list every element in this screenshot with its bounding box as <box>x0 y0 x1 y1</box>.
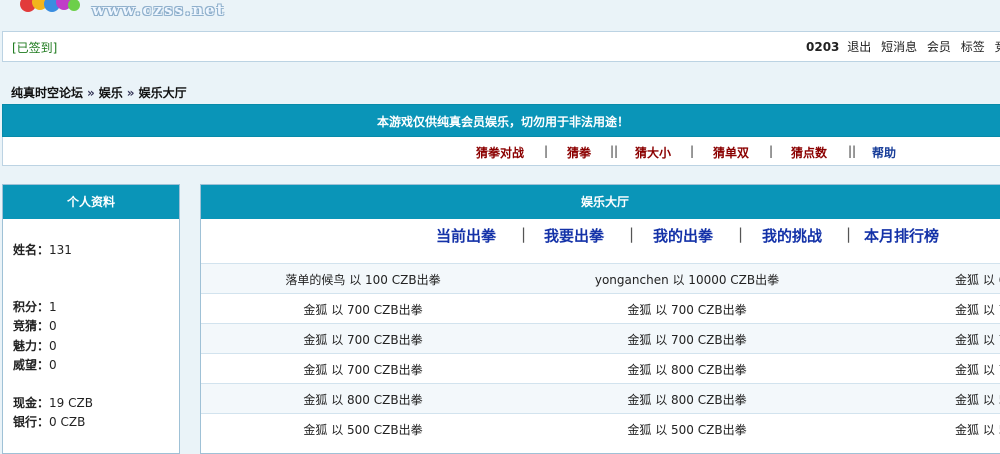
hall-tabs: 当前出拳 | 我要出拳 | 我的出拳 | 我的挑战 | 本月排行榜 <box>201 225 1000 253</box>
game-menu: 猜拳对战 | 猜拳 || 猜大小 | 猜单双 | 猜点数 || 帮助 <box>2 137 1000 166</box>
tab-separator: | <box>521 225 527 243</box>
tab-separator: | <box>738 225 744 243</box>
menu-separator: || <box>848 144 857 158</box>
challenge-entry[interactable]: yonganchen 以 10000 CZB出拳 <box>525 271 849 288</box>
menu-separator: | <box>769 144 774 158</box>
tab-current-rps[interactable]: 当前出拳 <box>436 225 496 246</box>
challenge-entry[interactable]: 金狐 以 700 CZB出拳 <box>525 331 849 348</box>
tags-link[interactable]: 标签 <box>961 40 985 54</box>
breadcrumb-hall[interactable]: 娱乐大厅 <box>139 86 187 100</box>
challenge-entry[interactable]: 金狐 以 6 <box>955 271 1000 288</box>
site-logo[interactable]: www.czss.net <box>0 0 240 24</box>
profile-bank: 银行：0 CZB <box>13 415 86 429</box>
user-links: 0203 退出 短消息 会员 标签 竞猜 <box>806 38 1000 55</box>
hall-title: 娱乐大厅 <box>201 185 1000 219</box>
profile-name: 姓名：131 <box>13 243 72 257</box>
challenge-entry[interactable]: 金狐 以 7 <box>955 361 1000 378</box>
tab-my-challenges[interactable]: 我的挑战 <box>762 225 822 246</box>
tab-separator: | <box>846 225 852 243</box>
challenge-row: 金狐 以 800 CZB出拳 金狐 以 800 CZB出拳 金狐 以 5 <box>201 383 1000 413</box>
challenge-entry[interactable]: 金狐 以 800 CZB出拳 <box>525 361 849 378</box>
guess-link[interactable]: 竞猜 <box>995 40 1000 54</box>
challenge-entry[interactable]: 金狐 以 800 CZB出拳 <box>525 391 849 408</box>
profile-title: 个人资料 <box>3 185 179 219</box>
challenge-row: 金狐 以 700 CZB出拳 金狐 以 700 CZB出拳 金狐 以 7 <box>201 293 1000 323</box>
menu-separator: | <box>544 144 549 158</box>
breadcrumb-sep-icon: » <box>87 86 95 100</box>
challenge-entry[interactable]: 落单的候鸟 以 100 CZB出拳 <box>201 271 525 288</box>
challenge-entry[interactable]: 金狐 以 5 <box>955 421 1000 438</box>
profile-panel: 个人资料 姓名：131 积分：1 竞猜：0 魅力：0 威望：0 现金：19 CZ… <box>2 184 180 454</box>
challenge-row: 落单的候鸟 以 100 CZB出拳 yonganchen 以 10000 CZB… <box>201 263 1000 293</box>
challenge-list: 落单的候鸟 以 100 CZB出拳 yonganchen 以 10000 CZB… <box>201 263 1000 443</box>
logout-link[interactable]: 退出 <box>847 40 871 54</box>
profile-guess: 竞猜：0 <box>13 319 57 333</box>
profile-points: 积分：1 <box>13 300 57 314</box>
user-topbar: [已签到] 0203 退出 短消息 会员 标签 竞猜 <box>2 31 1000 62</box>
challenge-entry[interactable]: 金狐 以 800 CZB出拳 <box>201 391 525 408</box>
messages-link[interactable]: 短消息 <box>881 40 917 54</box>
signed-in-status[interactable]: [已签到] <box>12 39 57 56</box>
challenge-entry[interactable]: 金狐 以 700 CZB出拳 <box>201 301 525 318</box>
hall-panel: 娱乐大厅 当前出拳 | 我要出拳 | 我的出拳 | 我的挑战 | 本月排行榜 落… <box>200 184 1000 454</box>
challenge-row: 金狐 以 700 CZB出拳 金狐 以 700 CZB出拳 金狐 以 7 <box>201 323 1000 353</box>
menu-dice-points[interactable]: 猜点数 <box>791 144 827 161</box>
menu-big-small[interactable]: 猜大小 <box>635 144 671 161</box>
breadcrumb-entertainment[interactable]: 娱乐 <box>99 86 123 100</box>
challenge-row: 金狐 以 700 CZB出拳 金狐 以 800 CZB出拳 金狐 以 7 <box>201 353 1000 383</box>
profile-prestige: 威望：0 <box>13 358 57 372</box>
tab-my-rps[interactable]: 我的出拳 <box>653 225 713 246</box>
challenge-entry[interactable]: 金狐 以 7 <box>955 331 1000 348</box>
logo-url-text: www.czss.net <box>92 1 226 19</box>
members-link[interactable]: 会员 <box>927 40 951 54</box>
menu-rps[interactable]: 猜拳 <box>567 144 591 161</box>
menu-help[interactable]: 帮助 <box>872 144 896 161</box>
challenge-row: 金狐 以 500 CZB出拳 金狐 以 500 CZB出拳 金狐 以 5 <box>201 413 1000 443</box>
breadcrumb-sep-icon: » <box>126 86 135 100</box>
profile-charm: 魅力：0 <box>13 339 57 353</box>
user-number[interactable]: 0203 <box>806 40 839 54</box>
profile-cash: 现金：19 CZB <box>13 396 93 410</box>
tab-monthly-ranking[interactable]: 本月排行榜 <box>864 225 939 246</box>
notice-banner: 本游戏仅供纯真会员娱乐，切勿用于非法用途！ <box>2 104 1000 137</box>
menu-odd-even[interactable]: 猜单双 <box>713 144 749 161</box>
menu-separator: | <box>690 144 695 158</box>
tab-play-rps[interactable]: 我要出拳 <box>544 225 604 246</box>
logo-balls-icon <box>20 0 80 12</box>
challenge-entry[interactable]: 金狐 以 7 <box>955 301 1000 318</box>
breadcrumb: 纯真时空论坛» 娱乐» 娱乐大厅 <box>11 84 187 101</box>
menu-rps-battle[interactable]: 猜拳对战 <box>476 144 524 161</box>
menu-separator: || <box>610 144 619 158</box>
challenge-entry[interactable]: 金狐 以 700 CZB出拳 <box>201 361 525 378</box>
challenge-entry[interactable]: 金狐 以 500 CZB出拳 <box>201 421 525 438</box>
breadcrumb-forum[interactable]: 纯真时空论坛 <box>11 86 83 100</box>
challenge-entry[interactable]: 金狐 以 700 CZB出拳 <box>201 331 525 348</box>
challenge-entry[interactable]: 金狐 以 700 CZB出拳 <box>525 301 849 318</box>
notice-text: 本游戏仅供纯真会员娱乐，切勿用于非法用途！ <box>376 115 629 129</box>
challenge-entry[interactable]: 金狐 以 500 CZB出拳 <box>525 421 849 438</box>
tab-separator: | <box>629 225 635 243</box>
challenge-entry[interactable]: 金狐 以 5 <box>955 391 1000 408</box>
